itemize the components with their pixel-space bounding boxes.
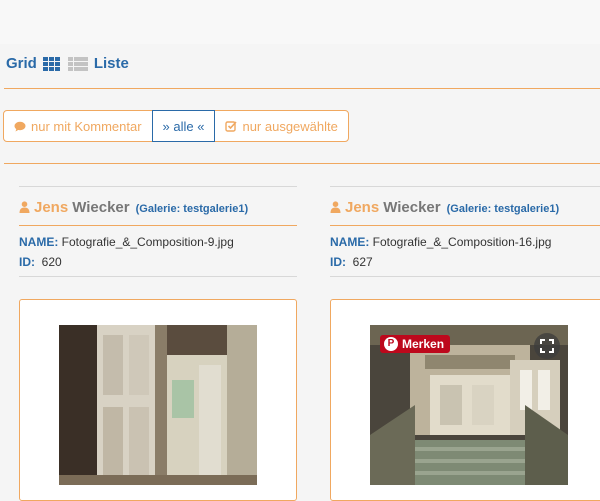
author-last-name[interactable]: Wiecker bbox=[72, 199, 129, 216]
card-meta: NAME: Fotografie_&_Composition-16.jpg ID… bbox=[330, 226, 600, 272]
filter-button-group: nur mit Kommentar » alle « nur ausgewähl… bbox=[3, 110, 349, 142]
author-first-name[interactable]: Jens bbox=[34, 199, 68, 216]
photo-image bbox=[59, 325, 257, 485]
grid-label[interactable]: Grid bbox=[6, 55, 37, 72]
filter-comment-label: nur mit Kommentar bbox=[31, 118, 142, 134]
pinterest-save-button[interactable]: P Merken bbox=[380, 335, 451, 353]
filter-selected-label: nur ausgewählte bbox=[242, 118, 338, 134]
file-name: Fotografie_&_Composition-16.jpg bbox=[372, 235, 552, 249]
pinterest-icon: P bbox=[384, 337, 398, 351]
user-icon bbox=[19, 201, 30, 213]
expand-icon[interactable] bbox=[534, 333, 560, 359]
image-card: Jens Wiecker (Galerie: testgalerie1) NAM… bbox=[19, 186, 297, 501]
card-meta: NAME: Fotografie_&_Composition-9.jpg ID:… bbox=[19, 226, 297, 272]
filter-comment-button[interactable]: nur mit Kommentar bbox=[3, 110, 153, 142]
top-band bbox=[0, 0, 600, 44]
id-key: ID: bbox=[19, 255, 35, 269]
comment-icon bbox=[14, 121, 26, 131]
name-key: NAME: bbox=[19, 235, 59, 249]
filter-all-button[interactable]: » alle « bbox=[151, 110, 216, 142]
author-last-name[interactable]: Wiecker bbox=[383, 199, 440, 216]
grid-icon[interactable] bbox=[42, 56, 60, 71]
author-line: Jens Wiecker (Galerie: testgalerie1) bbox=[19, 187, 297, 216]
list-icon[interactable] bbox=[67, 56, 88, 71]
list-label[interactable]: Liste bbox=[94, 55, 129, 72]
filter-all-label: » alle « bbox=[162, 118, 205, 134]
check-square-icon bbox=[225, 121, 238, 132]
id-key: ID: bbox=[330, 255, 346, 269]
pinterest-save-label: Merken bbox=[402, 337, 445, 351]
author-line: Jens Wiecker (Galerie: testgalerie1) bbox=[330, 187, 600, 216]
user-icon bbox=[330, 201, 341, 213]
image-id: 620 bbox=[41, 255, 62, 269]
name-key: NAME: bbox=[330, 235, 370, 249]
file-name: Fotografie_&_Composition-9.jpg bbox=[61, 235, 234, 249]
photo-thumbnail[interactable] bbox=[59, 325, 257, 485]
card-meta-rule bbox=[330, 276, 600, 277]
view-toggle: Grid Liste bbox=[6, 55, 129, 72]
author-first-name[interactable]: Jens bbox=[345, 199, 379, 216]
divider bbox=[4, 88, 600, 89]
gallery-label[interactable]: (Galerie: testgalerie1) bbox=[447, 203, 560, 215]
image-frame: P Merken bbox=[330, 299, 600, 501]
card-meta-rule bbox=[19, 276, 297, 277]
image-card: Jens Wiecker (Galerie: testgalerie1) NAM… bbox=[330, 186, 600, 501]
image-id: 627 bbox=[352, 255, 373, 269]
image-frame bbox=[19, 299, 297, 501]
photo-thumbnail[interactable]: P Merken bbox=[370, 325, 568, 485]
divider bbox=[4, 163, 600, 164]
gallery-label[interactable]: (Galerie: testgalerie1) bbox=[136, 203, 249, 215]
filter-selected-button[interactable]: nur ausgewählte bbox=[214, 110, 349, 142]
